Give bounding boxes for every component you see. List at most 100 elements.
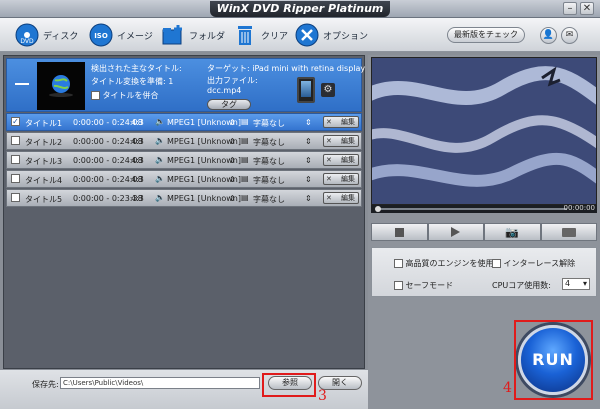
subtitle-icon: ▤ [241, 155, 249, 164]
merge-titles-label: タイトルを併合 [102, 91, 159, 100]
save-path-label: 保存先: [32, 380, 59, 389]
edit-button[interactable]: 編集 [323, 173, 359, 185]
title-name: タイトル2 [25, 138, 63, 147]
seek-bar[interactable]: 00:00:00 [371, 204, 597, 213]
subtitle-updown-icon: ⇕ [305, 194, 312, 203]
folder-button[interactable]: フォルダ [160, 22, 225, 48]
open-folder-snapshot-button[interactable] [540, 223, 597, 241]
edit-button[interactable]: 編集 [323, 135, 359, 147]
seek-handle[interactable] [375, 206, 381, 212]
deinterlace-checkbox[interactable] [492, 259, 501, 268]
mail-icon: ✉ [565, 30, 574, 40]
title-name: タイトル3 [25, 157, 63, 166]
speaker-icon: 🔈 [155, 155, 165, 164]
title-row[interactable]: タイトル4 0:00:00 - 0:24:08 4:3 🔈 MPEG1 [Unk… [6, 170, 362, 188]
title-row[interactable]: タイトル5 0:00:00 - 0:23:38 4:3 🔈 MPEG1 [Unk… [6, 189, 362, 207]
safe-mode-option[interactable]: セーフモード [394, 280, 453, 291]
subtitle-select[interactable]: 字幕なし [253, 175, 285, 186]
preview-frame [372, 58, 596, 204]
title-row[interactable]: タイトル2 0:00:00 - 0:24:08 4:3 🔈 MPEG1 [Unk… [6, 132, 362, 150]
save-path-input[interactable]: C:\Users\Public\Videos\ [60, 377, 260, 389]
merge-titles-option[interactable]: タイトルを併合 [91, 90, 159, 101]
dvd-disc-icon: DVD [14, 22, 40, 48]
folder-icon [561, 227, 576, 237]
edit-button[interactable]: 編集 [323, 116, 359, 128]
options-icon [294, 22, 320, 48]
image-button[interactable]: ISO イメージ [88, 22, 153, 48]
output-filename: dcc.mp4 [207, 86, 242, 95]
title-list: ✓ タイトル1 0:00:00 - 0:24:08 4:3 🔈 MPEG1 [U… [6, 113, 362, 208]
check-update-button[interactable]: 最新版をチェック [447, 27, 525, 43]
options-button[interactable]: オプション [294, 22, 368, 48]
title-checkbox[interactable] [11, 136, 20, 145]
tag-button[interactable]: タグ [207, 99, 251, 110]
title-bar: WinX DVD Ripper Platinum – ✕ [0, 0, 600, 18]
speaker-icon: 🔈 [155, 117, 165, 126]
clear-label: クリア [261, 31, 289, 42]
snapshot-button[interactable]: 📷 [484, 223, 541, 241]
title-checkbox[interactable] [11, 155, 20, 164]
options-label: オプション [323, 31, 369, 42]
subtitle-icon: ▤ [241, 174, 249, 183]
run-highlight [514, 320, 593, 400]
title-row[interactable]: ✓ タイトル1 0:00:00 - 0:24:08 4:3 🔈 MPEG1 [U… [6, 113, 362, 131]
hq-engine-option[interactable]: 高品質のエンジンを使用 [394, 258, 494, 269]
account-button[interactable]: 👤 [540, 27, 557, 44]
subtitle-updown-icon: ⇕ [305, 137, 312, 146]
video-preview [371, 57, 597, 205]
title-aspect: 4:3 [131, 118, 144, 127]
audio-updown-icon: ⇕ [229, 156, 236, 165]
play-icon [451, 227, 461, 237]
speaker-icon: 🔈 [155, 193, 165, 202]
playback-controls: 📷 [371, 223, 597, 241]
subtitle-select[interactable]: 字幕なし [253, 118, 285, 129]
cpu-core-select[interactable]: 4 [562, 278, 590, 290]
app-title: WinX DVD Ripper Platinum [210, 1, 390, 17]
title-ready-label: タイトル変換を準備: 1 [91, 77, 174, 86]
title-aspect: 4:3 [131, 175, 144, 184]
subtitle-icon: ▤ [241, 117, 249, 126]
stop-button[interactable] [371, 223, 428, 241]
audio-updown-icon: ⇕ [229, 175, 236, 184]
title-name: タイトル1 [25, 119, 63, 128]
browse-highlight [262, 373, 316, 397]
options-box: 高品質のエンジンを使用 インターレース解除 セーフモード CPUコア使用数: 4 [371, 247, 597, 297]
title-name: タイトル5 [25, 195, 63, 204]
title-checkbox[interactable] [11, 193, 20, 202]
edit-button[interactable]: 編集 [323, 154, 359, 166]
deinterlace-label: インターレース解除 [503, 259, 576, 268]
svg-text:DVD: DVD [20, 38, 34, 45]
edit-button[interactable]: 編集 [323, 192, 359, 204]
disc-button[interactable]: DVD ディスク [14, 22, 78, 48]
callout-3: 3 [318, 388, 327, 404]
gear-icon[interactable]: ⚙ [321, 83, 335, 97]
collapse-toggle[interactable] [15, 83, 29, 85]
clear-button[interactable]: クリア [232, 22, 288, 48]
output-label: 出力ファイル: [207, 76, 258, 85]
source-info: 検出された主なタイトル: タイトル変換を準備: 1 タイトルを併合 ターゲット:… [6, 58, 366, 112]
speaker-icon: 🔈 [155, 174, 165, 183]
title-checkbox[interactable]: ✓ [11, 117, 20, 126]
mail-button[interactable]: ✉ [561, 27, 578, 44]
play-button[interactable] [427, 223, 484, 241]
hq-engine-label: 高品質のエンジンを使用 [405, 259, 494, 268]
hq-engine-checkbox[interactable] [394, 259, 403, 268]
trash-icon [232, 22, 258, 48]
merge-titles-checkbox[interactable] [91, 91, 100, 100]
target-device-icon[interactable] [297, 77, 315, 103]
safe-mode-label: セーフモード [405, 281, 454, 290]
minimize-button[interactable]: – [563, 2, 577, 15]
subtitle-icon: ▤ [241, 193, 249, 202]
subtitle-updown-icon: ⇕ [305, 118, 312, 127]
title-checkbox[interactable] [11, 174, 20, 183]
audio-updown-icon: ⇕ [229, 118, 236, 127]
subtitle-select[interactable]: 字幕なし [253, 156, 285, 167]
close-button[interactable]: ✕ [580, 2, 594, 15]
subtitle-select[interactable]: 字幕なし [253, 137, 285, 148]
deinterlace-option[interactable]: インターレース解除 [492, 258, 575, 269]
target-label: ターゲット: iPad mini with retina display [207, 64, 366, 73]
subtitle-select[interactable]: 字幕なし [253, 194, 285, 205]
title-row[interactable]: タイトル3 0:00:00 - 0:24:08 4:3 🔈 MPEG1 [Unk… [6, 151, 362, 169]
main-title-label: 検出された主なタイトル: [91, 64, 182, 73]
safe-mode-checkbox[interactable] [394, 281, 403, 290]
